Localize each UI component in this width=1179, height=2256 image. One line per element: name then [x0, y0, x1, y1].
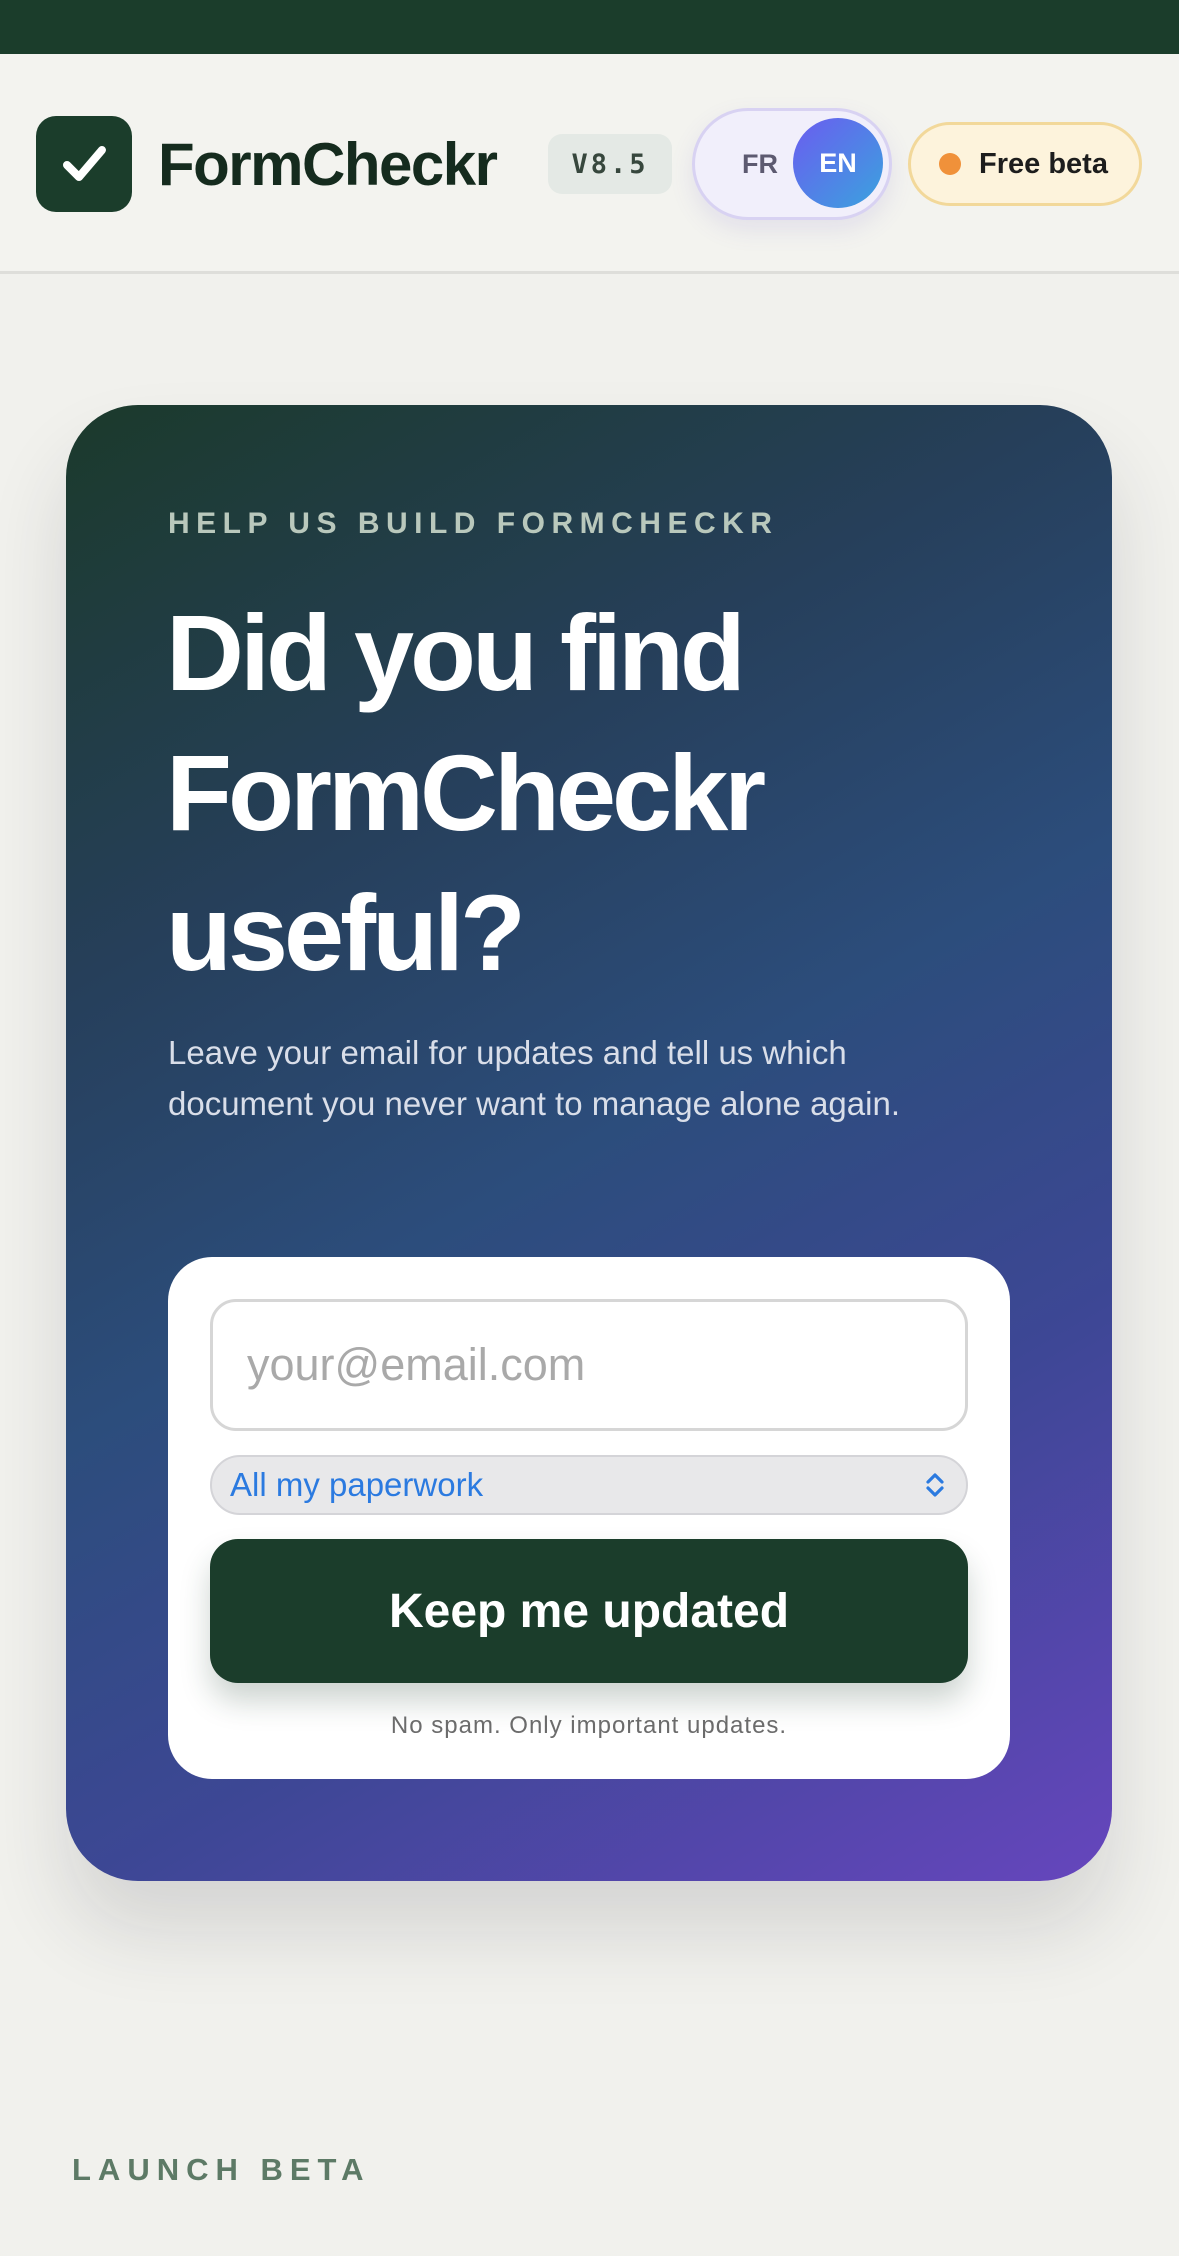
language-option-en[interactable]: EN — [793, 118, 883, 208]
signup-card: HELP US BUILD FORMCHECKR Did you find Fo… — [66, 405, 1112, 1881]
status-dot-icon — [939, 153, 961, 175]
version-badge: V8.5 — [548, 134, 672, 194]
beta-badge-label: Free beta — [979, 147, 1108, 180]
chevron-updown-icon — [926, 1473, 944, 1497]
keep-me-updated-button[interactable]: Keep me updated — [210, 1539, 968, 1683]
headline: Did you find FormCheckr useful? — [166, 592, 766, 993]
footer-label: LAUNCH BETA — [72, 2152, 371, 2187]
app-header: FormCheckr V8.5 FR EN Free beta — [0, 54, 1179, 274]
language-toggle[interactable]: FR EN — [692, 108, 892, 220]
document-select-value: All my paperwork — [230, 1466, 484, 1503]
eyebrow-text: HELP US BUILD FORMCHECKR — [168, 507, 779, 540]
checkmark-icon — [63, 146, 106, 181]
logo[interactable] — [36, 116, 132, 212]
beta-badge: Free beta — [908, 122, 1142, 206]
brand-name: FormCheckr — [158, 131, 498, 198]
language-option-fr[interactable]: FR — [725, 111, 795, 217]
lead-text: Leave your email for updates and tell us… — [168, 1034, 900, 1122]
document-select[interactable]: All my paperwork — [210, 1455, 968, 1515]
email-field[interactable] — [210, 1299, 968, 1431]
signup-form: All my paperwork Keep me updated No spam… — [168, 1257, 1010, 1779]
no-spam-note: No spam. Only important updates. — [390, 1712, 788, 1739]
top-bar — [0, 0, 1179, 54]
